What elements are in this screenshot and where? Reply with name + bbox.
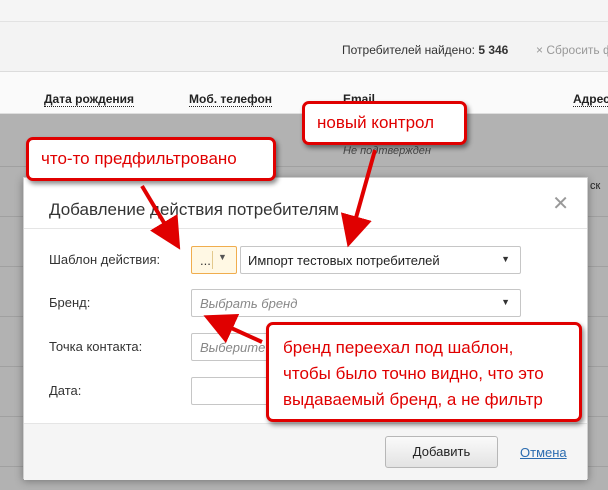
divider [212, 251, 213, 269]
chevron-down-icon: ▼ [501, 297, 510, 307]
annotation-new-control: новый контрол [302, 101, 467, 145]
dialog-divider [24, 228, 587, 229]
results-count-label: Потребителей найдено: [342, 43, 475, 57]
column-header-birthdate[interactable]: Дата рождения [44, 93, 135, 107]
template-value: Импорт тестовых потребителей [248, 253, 440, 268]
annotation-line: чтобы было точно видно, что это [283, 364, 544, 383]
contact-point-placeholder: Выберите [200, 340, 266, 355]
prefilter-value: ... [200, 253, 211, 268]
template-select[interactable]: Импорт тестовых потребителей ▼ [240, 246, 521, 274]
close-icon[interactable]: ✕ [552, 194, 569, 214]
brand-select[interactable]: Выбрать бренд ▼ [191, 289, 521, 317]
dialog-footer: Добавить Отмена [24, 423, 587, 480]
dialog-title: Добавление действия потребителям [49, 200, 339, 219]
brand-label: Бренд: [49, 295, 91, 310]
annotation-brand-moved: бренд переехал под шаблон, чтобы было то… [266, 322, 582, 422]
cancel-link[interactable]: Отмена [520, 445, 567, 460]
results-count-value: 5 346 [478, 43, 509, 57]
annotation-prefiltered: что-то предфильтровано [26, 137, 276, 181]
column-header-address[interactable]: Адрес [573, 93, 608, 107]
annotation-line: выдаваемый бренд, а не фильтр [283, 390, 543, 409]
reset-filters-link[interactable]: × Сбросить фи [536, 43, 608, 57]
column-header-phone[interactable]: Моб. телефон [189, 93, 273, 107]
chevron-down-icon: ▼ [218, 252, 227, 262]
contact-point-label: Точка контакта: [49, 339, 143, 354]
results-count: Потребителей найдено: 5 346 [342, 43, 508, 57]
annotation-line: бренд переехал под шаблон, [283, 338, 514, 357]
top-strip [0, 0, 608, 22]
template-label: Шаблон действия: [49, 252, 161, 267]
chevron-down-icon: ▼ [501, 254, 510, 264]
add-button[interactable]: Добавить [385, 436, 498, 468]
date-label: Дата: [49, 383, 82, 398]
brand-placeholder: Выбрать бренд [200, 296, 298, 311]
results-toolbar [0, 22, 608, 72]
template-prefilter-select[interactable]: ... ▼ [191, 246, 237, 274]
